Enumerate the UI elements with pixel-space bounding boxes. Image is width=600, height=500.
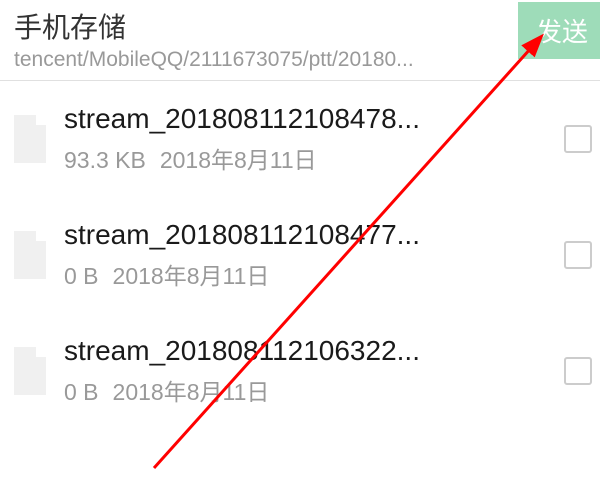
file-item[interactable]: stream_201808112108478... 93.3 KB 2018年8月…	[0, 81, 600, 197]
file-name: stream_201808112108478...	[64, 103, 544, 135]
file-meta: 0 B 2018年8月11日	[64, 257, 544, 291]
file-icon	[14, 231, 46, 279]
header: 手机存储 tencent/MobileQQ/2111673075/ptt/201…	[0, 0, 600, 81]
file-item[interactable]: stream_201808112108477... 0 B 2018年8月11日	[0, 197, 600, 313]
file-list: stream_201808112108478... 93.3 KB 2018年8月…	[0, 81, 600, 429]
file-size: 0 B	[64, 379, 99, 405]
file-meta: 93.3 KB 2018年8月11日	[64, 141, 544, 175]
file-meta: 0 B 2018年8月11日	[64, 373, 544, 407]
file-name: stream_201808112106322...	[64, 335, 544, 367]
checkbox[interactable]	[564, 241, 592, 269]
file-date: 2018年8月11日	[113, 379, 270, 405]
file-name: stream_201808112108477...	[64, 219, 544, 251]
page-title: 手机存储	[14, 6, 586, 46]
file-info: stream_201808112108477... 0 B 2018年8月11日	[64, 219, 544, 291]
file-item[interactable]: stream_201808112106322... 0 B 2018年8月11日	[0, 313, 600, 429]
file-date: 2018年8月11日	[160, 147, 317, 173]
breadcrumb-path[interactable]: tencent/MobileQQ/2111673075/ptt/20180...	[14, 48, 586, 72]
file-size: 93.3 KB	[64, 147, 146, 173]
checkbox[interactable]	[564, 125, 592, 153]
file-icon	[14, 347, 46, 395]
file-date: 2018年8月11日	[113, 263, 270, 289]
file-info: stream_201808112108478... 93.3 KB 2018年8月…	[64, 103, 544, 175]
send-button[interactable]: 发送	[518, 2, 600, 59]
file-size: 0 B	[64, 263, 99, 289]
file-icon	[14, 115, 46, 163]
file-info: stream_201808112106322... 0 B 2018年8月11日	[64, 335, 544, 407]
checkbox[interactable]	[564, 357, 592, 385]
